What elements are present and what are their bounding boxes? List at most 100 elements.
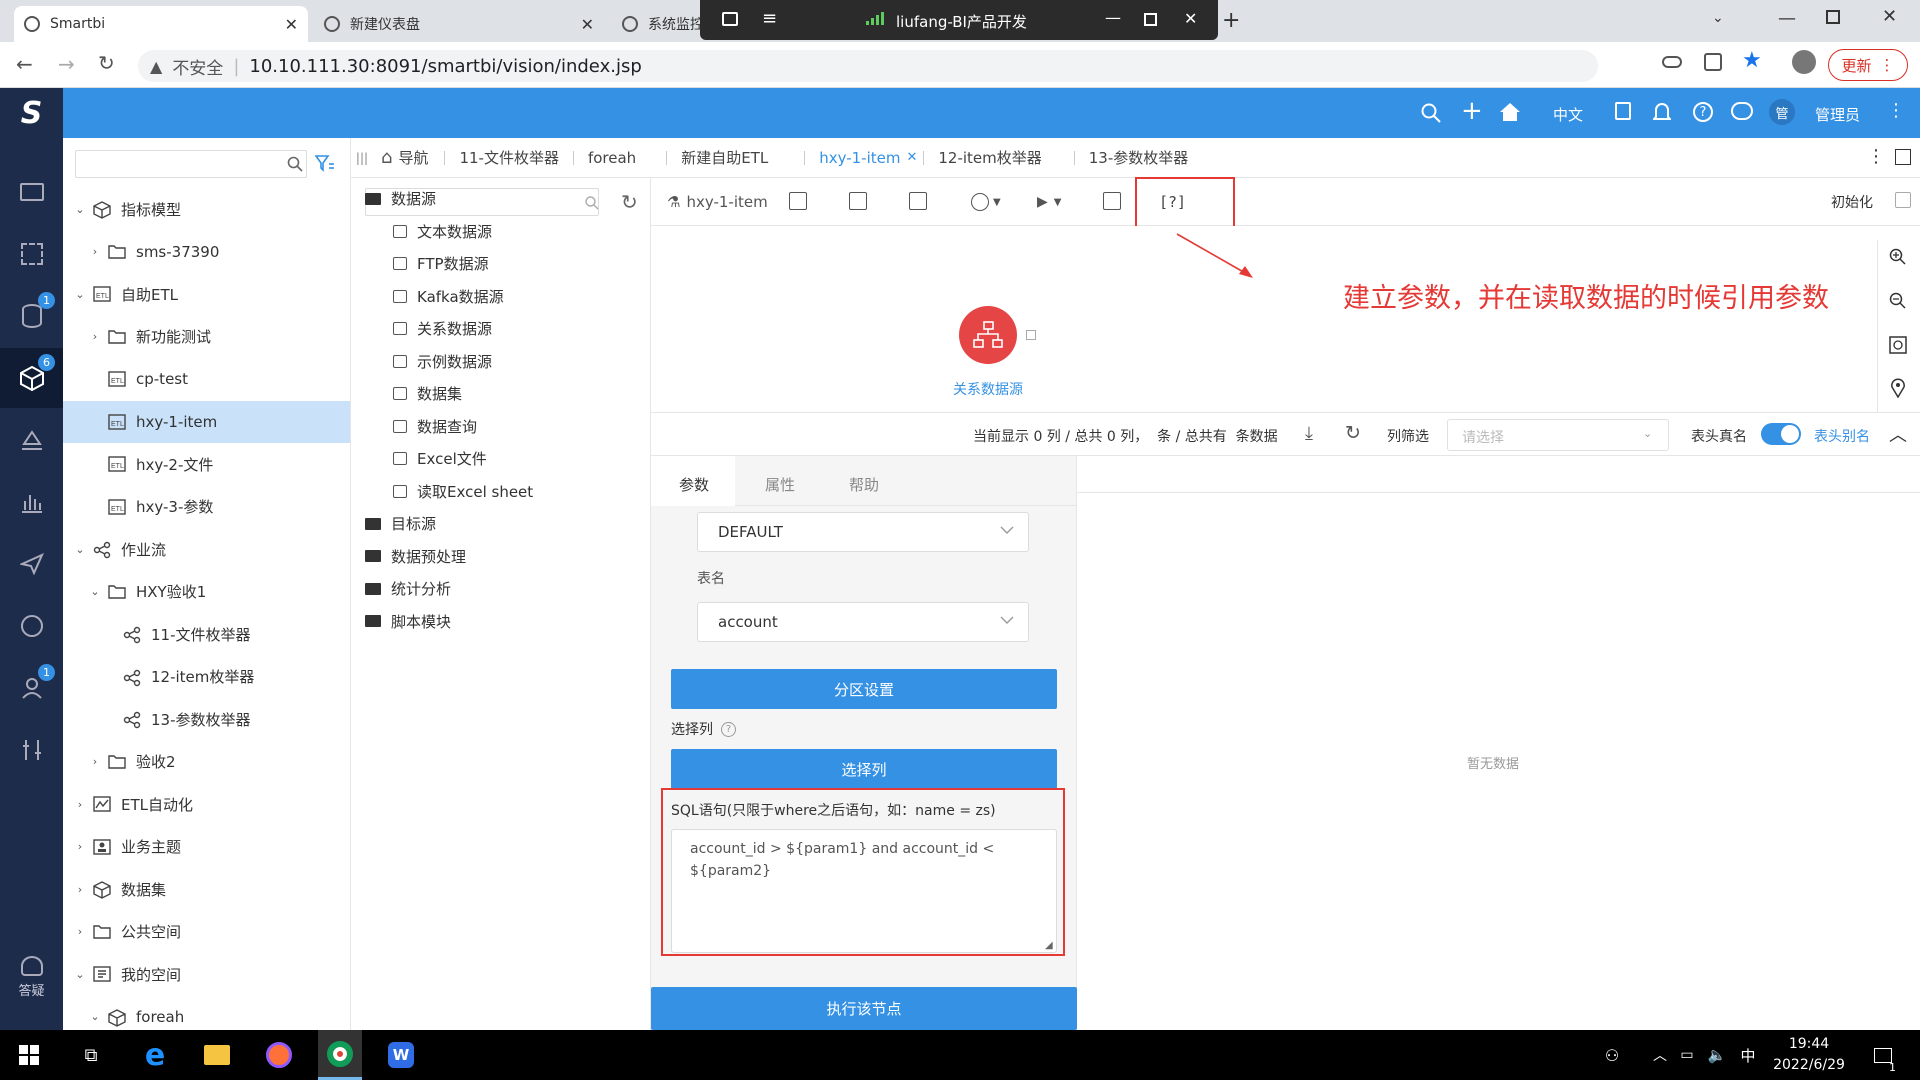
chevron-down-icon[interactable]: ⌄: [88, 585, 102, 598]
chevron-down-icon[interactable]: ⌄: [73, 203, 87, 216]
search-icon[interactable]: [287, 156, 303, 172]
chevron-right-icon[interactable]: ›: [73, 840, 87, 853]
chevron-down-icon[interactable]: ⌄: [1712, 10, 1724, 26]
component-group[interactable]: 目标源: [365, 513, 436, 534]
chevron-right-icon[interactable]: ›: [88, 755, 102, 768]
more-icon[interactable]: ⋮: [1887, 100, 1905, 121]
component-group[interactable]: 数据预处理: [365, 546, 466, 567]
tree-item[interactable]: ETL hxy-3-参数: [63, 486, 350, 528]
download-icon[interactable]: ⤓: [1305, 423, 1313, 444]
chrome-icon[interactable]: [318, 1030, 362, 1080]
profile-avatar[interactable]: [1792, 50, 1816, 74]
nav-datasource[interactable]: 1: [0, 286, 63, 346]
chevron-right-icon[interactable]: ›: [88, 245, 102, 258]
zoom-out-icon[interactable]: [1889, 292, 1907, 310]
tree-item[interactable]: › 公共空间: [63, 911, 350, 953]
browser-tab-smartbi[interactable]: Smartbi ✕: [14, 6, 308, 42]
tab-item[interactable]: foreah: [572, 150, 666, 165]
refresh-icon[interactable]: ↻: [621, 190, 638, 214]
minimize-icon[interactable]: —: [1778, 8, 1796, 29]
nav-data-prep[interactable]: 6: [0, 348, 63, 408]
people-icon[interactable]: ⚇: [1600, 1030, 1624, 1080]
component-group[interactable]: 统计分析: [365, 578, 451, 599]
component-group[interactable]: 脚本模块: [365, 611, 451, 632]
volume-icon[interactable]: 🔈: [1706, 1030, 1728, 1080]
close-icon[interactable]: ✕: [285, 15, 298, 34]
home-icon[interactable]: ⌂: [381, 147, 392, 168]
add-icon[interactable]: +: [1461, 96, 1483, 126]
fit-view-icon[interactable]: [1889, 336, 1907, 354]
firefox-icon[interactable]: [262, 1030, 296, 1080]
nav-help[interactable]: 答疑: [0, 956, 63, 999]
lock-icon[interactable]: [722, 12, 738, 26]
fullscreen-icon[interactable]: [1895, 149, 1911, 165]
tree-item[interactable]: ⌄ 作业流: [63, 528, 350, 570]
resize-handle-icon[interactable]: ◢: [1045, 940, 1053, 951]
tree-item[interactable]: › 业务主题: [63, 826, 350, 868]
component-item[interactable]: Kafka数据源: [393, 286, 504, 307]
component-item[interactable]: 关系数据源: [393, 318, 492, 339]
nav-monitor[interactable]: [0, 162, 63, 222]
close-icon[interactable]: ✕: [581, 15, 594, 34]
chevron-down-icon[interactable]: ⌄: [73, 288, 87, 301]
tree-item[interactable]: › 新功能测试: [63, 316, 350, 358]
collapse-handle-icon[interactable]: |||: [351, 151, 373, 165]
tree-item[interactable]: ⌄ HXY验收1: [63, 571, 350, 613]
partition-settings-button[interactable]: 分区设置: [671, 669, 1057, 709]
chevron-down-icon[interactable]: ⌄: [73, 543, 87, 556]
browser-tab-monitor[interactable]: 系统监控: [612, 6, 702, 42]
edge-icon[interactable]: e: [138, 1030, 172, 1080]
bag-icon[interactable]: [1615, 102, 1631, 120]
tree-item[interactable]: ETL hxy-1-item: [63, 400, 350, 443]
component-item[interactable]: 示例数据源: [393, 351, 492, 372]
component-group[interactable]: 数据源: [365, 188, 436, 209]
remote-close-icon[interactable]: ✕: [1184, 9, 1197, 28]
filter-icon[interactable]: [315, 154, 335, 172]
chat-icon[interactable]: [1731, 102, 1753, 120]
url-text[interactable]: 10.10.111.30:8091/smartbi/vision/index.j…: [249, 56, 641, 77]
execute-node-button[interactable]: 执行该节点: [651, 987, 1077, 1030]
tab-item[interactable]: 新建自助ETL: [666, 150, 804, 165]
chevron-up-icon[interactable]: ︿: [1650, 1030, 1670, 1080]
tab-item[interactable]: 11-文件枚举器: [444, 150, 573, 165]
nav-components[interactable]: [0, 224, 63, 284]
chevron-down-icon[interactable]: ⌄: [73, 968, 87, 981]
user-name[interactable]: 管理员: [1815, 104, 1860, 125]
tab-item-active[interactable]: hxy-1-item: [804, 150, 906, 165]
nav-ops[interactable]: 1: [0, 658, 63, 718]
network-icon[interactable]: ▭: [1676, 1030, 1698, 1080]
tree-item[interactable]: ETL cp-test: [63, 358, 350, 400]
chevron-right-icon[interactable]: ›: [73, 925, 87, 938]
nav-report[interactable]: [0, 472, 63, 532]
component-item[interactable]: 文本数据源: [393, 221, 492, 242]
tree-item[interactable]: › ETL自动化: [63, 783, 350, 825]
schema-select[interactable]: DEFAULT: [697, 512, 1029, 552]
tab-attributes[interactable]: 属性: [765, 474, 795, 495]
reload-icon[interactable]: ↻: [98, 51, 115, 75]
chevron-right-icon[interactable]: ›: [73, 798, 87, 811]
init-button[interactable]: 初始化: [1831, 192, 1873, 212]
run-menu[interactable]: ▶ ▼: [1037, 192, 1061, 212]
save-as-icon[interactable]: [909, 192, 927, 210]
save-icon[interactable]: [849, 192, 867, 210]
param-settings-button[interactable]: [?]: [1159, 192, 1186, 212]
zoom-in-icon[interactable]: [1889, 248, 1907, 266]
relational-source-node[interactable]: [959, 306, 1017, 364]
remote-restore-icon[interactable]: [1144, 13, 1157, 26]
location-pin-icon[interactable]: [1890, 378, 1906, 398]
omnibox[interactable]: ▲ 不安全 | 10.10.111.30:8091/smartbi/vision…: [138, 50, 1598, 82]
refresh-icon[interactable]: ↻: [1345, 422, 1361, 444]
window-close-icon[interactable]: ✕: [1882, 6, 1897, 27]
component-item[interactable]: 数据集: [393, 383, 462, 404]
home-icon[interactable]: [1499, 102, 1521, 122]
tree-item[interactable]: 11-文件枚举器: [63, 613, 350, 655]
tree-item[interactable]: ⌄ 指标模型: [63, 188, 350, 230]
tree-item[interactable]: › 验收2: [63, 741, 350, 783]
tab-item[interactable]: 12-item枚举器: [923, 150, 1073, 165]
key-icon[interactable]: [1662, 56, 1682, 68]
close-icon[interactable]: ✕: [906, 150, 917, 165]
remote-minimize-icon[interactable]: —: [1105, 8, 1121, 27]
sql-textarea[interactable]: account_id > ${param1} and account_id < …: [671, 829, 1057, 953]
schedule-menu[interactable]: ▼: [971, 192, 1001, 212]
back-icon[interactable]: ←: [16, 52, 33, 76]
